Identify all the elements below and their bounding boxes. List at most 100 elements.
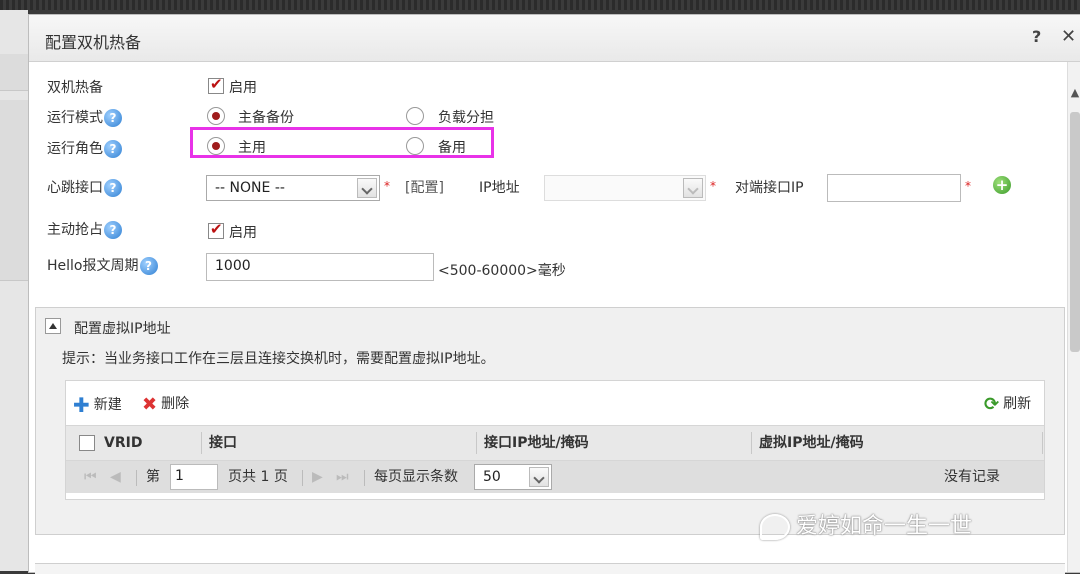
dialog-title: 配置双机热备 (45, 33, 142, 52)
prev-page-icon[interactable]: ◀ (110, 461, 121, 493)
preempt-label-text: 主动抢占 (47, 222, 103, 238)
run-role-label: 运行角色? (47, 138, 122, 158)
virtual-ip-panel-title: 配置虚拟IP地址 (74, 321, 171, 337)
wechat-logo-icon (760, 514, 790, 540)
column-interface[interactable]: 接口 (209, 426, 237, 460)
column-divider (201, 432, 202, 454)
ip-address-select[interactable] (544, 175, 706, 201)
page-prefix: 第 (146, 469, 160, 485)
heartbeat-interface-select[interactable]: -- NONE -- (206, 175, 380, 201)
chevron-down-icon[interactable] (529, 467, 549, 487)
hot-standby-label: 双机热备 (47, 80, 103, 96)
scroll-up-icon[interactable]: ▲ (1068, 86, 1080, 100)
question-help-icon[interactable]: ? (104, 109, 122, 127)
delete-x-icon: ✖ (142, 393, 158, 415)
background-row (0, 100, 28, 137)
ip-address-label: IP地址 (479, 180, 520, 196)
first-page-icon[interactable]: ⏮ (84, 461, 97, 493)
annotation-highlight-box (190, 127, 494, 158)
table-header: VRID 接口 接口IP地址/掩码 虚拟IP地址/掩码 (66, 425, 1044, 461)
dialog-header: 配置双机热备 ? ✕ (29, 15, 1080, 62)
page-unit: 页 (273, 469, 288, 485)
collapse-toggle-icon[interactable] (45, 318, 61, 334)
next-page-icon[interactable]: ▶ (312, 461, 323, 493)
radio-active-standby-label: 主备备份 (238, 110, 294, 126)
hello-range-hint: <500-60000>毫秒 (438, 263, 566, 279)
heartbeat-label: 心跳接口? (47, 177, 122, 197)
peer-ip-label: 对端接口IP (735, 180, 804, 196)
delete-button[interactable]: ✖ 删除 (142, 393, 189, 415)
background-row (0, 54, 28, 91)
preempt-checkbox[interactable]: ✔ (208, 220, 224, 239)
heartbeat-config-link[interactable]: [配置] (405, 177, 444, 197)
pager-divider (302, 470, 303, 486)
per-page-select[interactable]: 50 (474, 464, 552, 490)
column-virtual-ip[interactable]: 虚拟IP地址/掩码 (759, 426, 864, 460)
background-left-panel (0, 10, 28, 571)
radio-active-standby[interactable] (207, 107, 225, 125)
per-page-value: 50 (483, 469, 501, 485)
watermark-text: 爱婷如命一生一世 (796, 514, 973, 539)
run-role-label-text: 运行角色 (47, 141, 103, 157)
refresh-button-label: 刷新 (1003, 396, 1032, 412)
run-mode-label-text: 运行模式 (47, 110, 103, 126)
per-page-label: 每页显示条数 (374, 469, 458, 485)
last-page-icon[interactable]: ⏭ (336, 461, 349, 493)
heartbeat-label-text: 心跳接口 (47, 180, 103, 196)
refresh-button[interactable]: ⟳ 刷新 (984, 393, 1031, 415)
hot-standby-enable-label: 启用 (229, 80, 257, 96)
virtual-ip-table: ✚ 新建 ✖ 删除 ⟳ 刷新 VRID 接口 接口IP地址/掩码 虚拟IP地址/掩码 … (65, 380, 1045, 500)
background-row (0, 172, 28, 209)
hello-period-label: Hello报文周期? (47, 255, 158, 275)
page-suffix: 页共 (228, 469, 256, 485)
page-total: 页共 1 页 (228, 461, 288, 493)
peer-ip-input[interactable] (827, 174, 961, 202)
pager-divider (136, 470, 137, 486)
watermark: 爱婷如命一生一世 (760, 508, 972, 540)
background-row (0, 208, 28, 245)
hot-standby-dialog: 配置双机热备 ? ✕ ▲ 双机热备 ✔ 启用 运行模式? 主备备份 负载分担 运… (28, 14, 1080, 574)
radio-load-balance-label: 负载分担 (438, 110, 494, 126)
new-button-label: 新建 (93, 397, 122, 413)
required-mark: * (710, 179, 716, 193)
checkmark-icon: ✔ (210, 220, 223, 238)
scroll-thumb[interactable] (1070, 112, 1080, 352)
question-help-icon[interactable]: ? (139, 257, 158, 275)
plus-icon: ✚ (73, 393, 90, 417)
column-vrid[interactable]: VRID (104, 426, 142, 460)
chevron-down-icon[interactable] (683, 178, 703, 198)
chevron-down-icon[interactable] (357, 178, 377, 198)
run-mode-label: 运行模式? (47, 107, 122, 127)
background-row (0, 136, 28, 173)
select-all-checkbox[interactable] (79, 435, 95, 451)
question-help-icon[interactable]: ? (104, 221, 122, 239)
table-pager: ⏮ ◀ 第 1 页共 1 页 ▶ ⏭ 每页显示条数 50 没有记录 (66, 461, 1044, 493)
required-mark: * (384, 179, 390, 193)
question-help-icon[interactable]: ? (104, 140, 122, 158)
virtual-ip-hint: 提示：当业务接口工作在三层且连接交换机时，需要配置虚拟IP地址。 (62, 351, 495, 367)
pager-divider (364, 470, 365, 486)
add-heartbeat-icon[interactable]: + (993, 176, 1011, 194)
hot-standby-checkbox[interactable]: ✔ (208, 75, 224, 94)
preempt-label: 主动抢占? (47, 219, 122, 239)
virtual-ip-panel: 配置虚拟IP地址 提示：当业务接口工作在三层且连接交换机时，需要配置虚拟IP地址… (35, 307, 1065, 535)
radio-load-balance[interactable] (406, 107, 424, 125)
hello-period-input[interactable]: 1000 (206, 253, 434, 281)
column-divider (751, 432, 752, 454)
next-section-edge (35, 563, 1065, 574)
total-pages: 1 (260, 469, 270, 485)
dialog-scrollbar[interactable]: ▲ (1067, 62, 1080, 572)
heartbeat-select-value: -- NONE -- (215, 180, 285, 196)
column-divider (1042, 432, 1043, 454)
page-number-input[interactable]: 1 (170, 464, 218, 490)
top-window-bar (0, 0, 1080, 10)
column-interface-ip[interactable]: 接口IP地址/掩码 (484, 426, 589, 460)
question-help-icon[interactable]: ? (104, 179, 122, 197)
hello-period-label-text: Hello报文周期 (47, 258, 139, 274)
empty-records-text: 没有记录 (944, 469, 1000, 485)
help-button[interactable]: ? (1032, 27, 1041, 46)
radio-selected-dot (212, 112, 220, 120)
close-button[interactable]: ✕ (1061, 26, 1076, 47)
new-button[interactable]: ✚ 新建 (73, 393, 122, 417)
required-mark: * (965, 179, 971, 193)
